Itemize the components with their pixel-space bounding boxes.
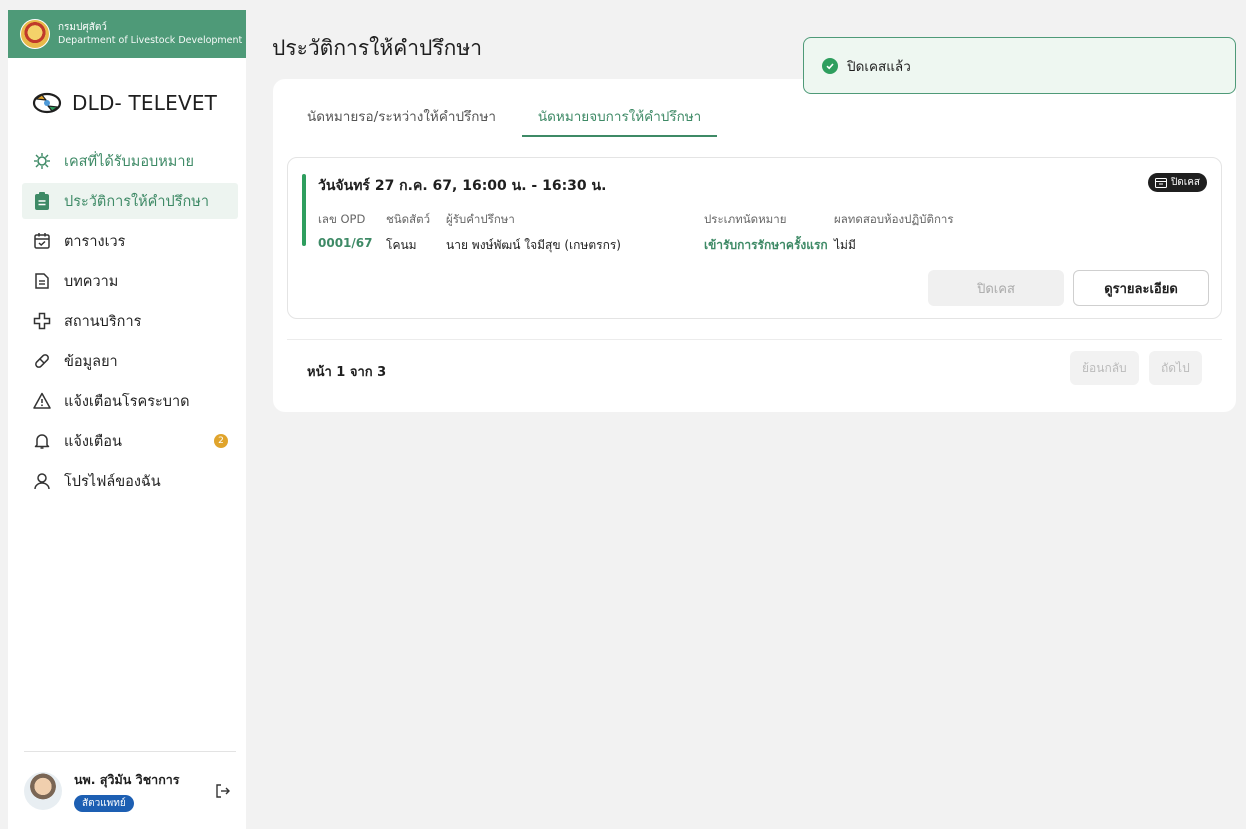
tab-completed-consultations[interactable]: นัดหมายจบการให้คำปรึกษา <box>521 99 718 137</box>
sidebar-item-label: แจ้งเตือน <box>64 433 122 450</box>
pill-icon <box>32 351 52 371</box>
archive-icon <box>1154 177 1167 188</box>
lab-result-field: ผลทดสอบห้องปฏิบัติการ ไม่มี <box>834 211 954 255</box>
view-details-button[interactable]: ดูรายละเอียด <box>1073 270 1209 306</box>
lab-result-value: ไม่มี <box>834 238 856 252</box>
close-case-button[interactable]: ปิดเคส <box>928 270 1064 306</box>
toast-message: ปิดเคสแล้ว <box>847 58 911 75</box>
calendar-check-icon <box>32 231 52 251</box>
sidebar-item-consultation-history[interactable]: ประวัติการให้คำปรึกษา <box>22 183 238 219</box>
appointment-date: วันจันทร์ 27 ก.ค. 67, 16:00 น. - 16:30 น… <box>318 178 607 194</box>
divider <box>287 339 1222 340</box>
bell-icon <box>32 431 52 451</box>
sidebar-item-label: แจ้งเตือนโรคระบาด <box>64 393 190 410</box>
sidebar-item-my-profile[interactable]: โปรไฟล์ของฉัน <box>22 463 238 499</box>
tab-pending-consultations[interactable]: นัดหมายรอ/ระหว่างให้คำปรึกษา <box>291 99 512 137</box>
client-label: ผู้รับคำปรึกษา <box>446 212 515 226</box>
sidebar-item-assigned-cases[interactable]: เคสที่ได้รับมอบหมาย <box>22 143 238 179</box>
page-title: ประวัติการให้คำปรึกษา <box>272 36 482 60</box>
logout-icon <box>215 783 230 798</box>
sidebar-item-drug-info[interactable]: ข้อมูลยา <box>22 343 238 379</box>
brand: DLD- TELEVET <box>8 88 246 118</box>
client-value: นาย พงษ์พัฒน์ ใจมีสุข (เกษตรกร) <box>446 238 621 252</box>
medical-cross-icon <box>32 311 52 331</box>
brand-name: DLD- TELEVET <box>72 91 218 115</box>
warning-triangle-icon <box>32 391 52 411</box>
check-circle-icon <box>822 57 838 74</box>
sidebar-item-articles[interactable]: บทความ <box>22 263 238 299</box>
sidebar-item-service-places[interactable]: สถานบริการ <box>22 303 238 339</box>
sidebar-nav: เคสที่ได้รับมอบหมาย ประวัติการให้คำปรึกษ… <box>8 143 246 499</box>
clipboard-icon <box>32 191 52 211</box>
appointment-type-label: ประเภทนัดหมาย <box>704 212 787 226</box>
logout-button[interactable] <box>212 780 234 802</box>
user-icon <box>32 471 52 491</box>
department-header: กรมปศุสัตว์ Department of Livestock Deve… <box>8 10 246 58</box>
success-toast: ปิดเคสแล้ว <box>803 37 1236 94</box>
avatar <box>24 771 62 810</box>
notification-count-badge: 2 <box>214 434 228 448</box>
opd-field: เลข OPD 0001/67 <box>318 211 372 250</box>
department-seal-logo <box>20 19 50 49</box>
sidebar-item-label: ข้อมูลยา <box>64 353 118 370</box>
animal-field: ชนิดสัตว์ โคนม <box>386 211 430 255</box>
sidebar: กรมปศุสัตว์ Department of Livestock Deve… <box>8 10 246 829</box>
sidebar-item-schedule[interactable]: ตารางเวร <box>22 223 238 259</box>
user-profile: นพ. สุวิมัน วิชาการ สัตวแพทย์ <box>24 751 236 829</box>
virus-icon <box>32 151 52 171</box>
previous-page-button[interactable]: ย้อนกลับ <box>1070 351 1139 385</box>
department-name-th: กรมปศุสัตว์ <box>58 22 107 33</box>
appointment-type-field: ประเภทนัดหมาย เข้ารับการรักษาครั้งแรก <box>704 211 828 255</box>
sidebar-item-epidemic-alerts[interactable]: แจ้งเตือนโรคระบาด <box>22 383 238 419</box>
sidebar-item-label: เคสที่ได้รับมอบหมาย <box>64 153 194 170</box>
client-field: ผู้รับคำปรึกษา นาย พงษ์พัฒน์ ใจมีสุข (เก… <box>446 211 621 255</box>
document-icon <box>32 271 52 291</box>
animal-value: โคนม <box>386 238 417 252</box>
appointment-type-value: เข้ารับการรักษาครั้งแรก <box>704 238 828 252</box>
consultation-history-card: นัดหมายรอ/ระหว่างให้คำปรึกษา นัดหมายจบกา… <box>273 79 1236 412</box>
status-badge: ปิดเคส <box>1147 173 1207 192</box>
status-badge-label: ปิดเคส <box>1170 177 1200 188</box>
sidebar-item-notifications[interactable]: แจ้งเตือน 2 <box>22 423 238 459</box>
pagination-text: หน้า 1 จาก 3 <box>307 365 387 380</box>
sidebar-item-label: บทความ <box>64 273 119 290</box>
next-page-button[interactable]: ถัดไป <box>1149 351 1202 385</box>
animal-label: ชนิดสัตว์ <box>386 212 431 226</box>
sidebar-item-label: ตารางเวร <box>64 233 126 250</box>
appointment-card: วันจันทร์ 27 ก.ค. 67, 16:00 น. - 16:30 น… <box>287 157 1222 319</box>
lab-result-label: ผลทดสอบห้องปฏิบัติการ <box>834 212 954 226</box>
tabs: นัดหมายรอ/ระหว่างให้คำปรึกษา นัดหมายจบกา… <box>291 99 718 137</box>
role-badge: สัตวแพทย์ <box>74 794 134 812</box>
sidebar-item-label: โปรไฟล์ของฉัน <box>64 473 161 490</box>
profile-name: นพ. สุวิมัน วิชาการ <box>74 771 180 787</box>
opd-value: 0001/67 <box>318 236 373 250</box>
sidebar-item-label: สถานบริการ <box>64 313 142 330</box>
sidebar-item-label: ประวัติการให้คำปรึกษา <box>64 193 209 210</box>
appointment-status-bar <box>302 174 306 246</box>
opd-label: เลข OPD <box>318 212 366 226</box>
televet-logo-icon <box>30 91 64 115</box>
department-name-en: Department of Livestock Development <box>58 35 243 46</box>
